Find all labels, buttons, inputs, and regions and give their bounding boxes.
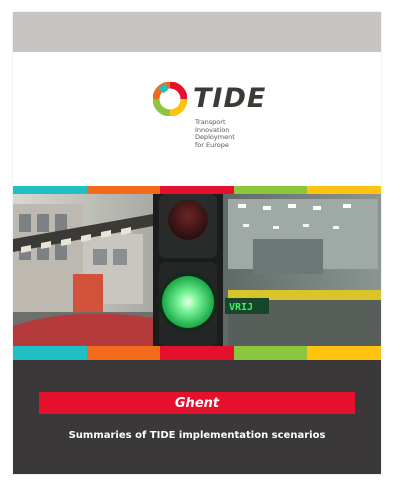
stripe-segment — [13, 186, 87, 194]
color-stripe-top — [13, 186, 381, 194]
stripe-segment — [307, 186, 381, 194]
stripe-segment — [86, 346, 161, 360]
stripe-segment — [160, 346, 234, 360]
stripe-segment — [233, 346, 308, 360]
cover-subtitle: Summaries of TIDE implementation scenari… — [68, 430, 326, 441]
tagline-line: for Europe — [195, 140, 229, 149]
traffic-light-photo: VRIJ — [13, 194, 381, 346]
stripe-segment — [307, 346, 381, 360]
logo-wordmark: TIDE — [193, 83, 267, 114]
stripe-segment — [86, 186, 161, 194]
tide-ring-logo-icon — [153, 82, 187, 116]
color-stripe-bottom — [13, 346, 381, 360]
photo-illustration: VRIJ — [13, 194, 381, 346]
city-title: Ghent — [174, 395, 220, 411]
top-grey-band — [13, 12, 381, 52]
stripe-segment — [160, 186, 234, 194]
page: TIDE Transport Innovation Deployment for… — [0, 0, 395, 484]
city-banner: Ghent — [39, 392, 355, 414]
tide-logo: TIDE Transport Innovation Deployment for… — [153, 82, 283, 152]
stripe-segment — [13, 346, 87, 360]
stripe-segment — [233, 186, 308, 194]
title-area: Ghent Summaries of TIDE implementation s… — [13, 360, 381, 474]
logo-tagline: Transport Innovation Deployment for Euro… — [195, 118, 235, 149]
photo-sign-text: VRIJ — [229, 302, 253, 313]
brochure-cover: TIDE Transport Innovation Deployment for… — [13, 12, 381, 474]
